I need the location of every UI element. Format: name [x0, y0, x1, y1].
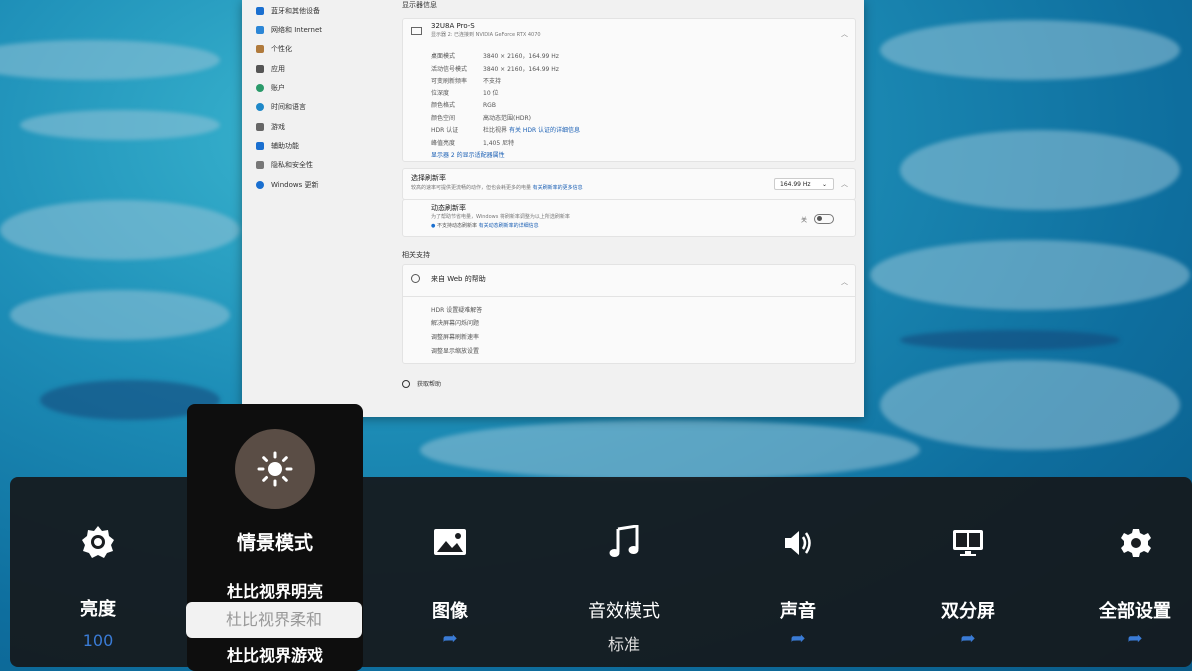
web-help-header[interactable]: 来自 Web 的帮助: [431, 274, 486, 284]
share-arrow-icon[interactable]: ➦: [380, 628, 520, 649]
osd-brightness-value: 100: [82, 631, 114, 650]
info-row: 峰值亮度 1,405 尼特: [431, 140, 515, 147]
dynamic-refresh-link[interactable]: 有关动态刷新率的详细信息: [479, 223, 539, 229]
sidebar-item-accessibility[interactable]: 辅助功能: [256, 139, 299, 153]
help-link[interactable]: HDR 设置疑难解答: [431, 305, 482, 314]
bluetooth-icon: [256, 7, 264, 15]
shield-icon: [256, 161, 264, 169]
share-arrow-icon[interactable]: ➦: [1065, 628, 1192, 649]
monitor-icon: [411, 27, 422, 35]
sun-icon: [257, 451, 293, 487]
info-row: 位深度 10 位: [431, 90, 499, 97]
brightness-icon[interactable]: [78, 522, 118, 562]
help-link[interactable]: 调整显示缩放设置: [431, 346, 479, 355]
help-link[interactable]: 调整屏幕刷新速率: [431, 332, 479, 341]
accessibility-icon: [256, 142, 264, 150]
sidebar-item-personalization[interactable]: 个性化: [256, 42, 292, 56]
osd-scene-mode-label[interactable]: 情景模式: [205, 528, 345, 555]
account-icon: [256, 84, 264, 92]
info-row: 颜色空间 高动态范围(HDR): [431, 115, 531, 122]
support-card: 来自 Web 的帮助 ︿ HDR 设置疑难解答 解决屏幕闪烁问题 调整屏幕刷新速…: [402, 264, 856, 364]
dynamic-refresh-note: ● 不支持动态刷新率 有关动态刷新率的详细信息: [431, 223, 539, 229]
info-row: 颜色格式 RGB: [431, 102, 496, 109]
gear-icon[interactable]: [1118, 526, 1154, 560]
display-info-card: 32U8A Pro-S 显示器 2: 已连接到 NVIDIA GeForce R…: [402, 18, 856, 162]
share-arrow-icon[interactable]: ➦: [728, 628, 868, 649]
music-note-icon[interactable]: [606, 524, 642, 560]
submenu-item-bright[interactable]: 杜比视界明亮: [187, 578, 363, 602]
osd-brightness-label[interactable]: 亮度: [28, 595, 168, 621]
help-link[interactable]: 解决屏幕闪烁问题: [431, 318, 479, 327]
dynamic-refresh-card: 动态刷新率 为了帮助节省电量，Windows 将刷新率调整为以上所选刷新率 ● …: [402, 199, 856, 237]
apps-icon: [256, 65, 264, 73]
get-help-link[interactable]: 获取帮助: [402, 379, 441, 388]
dynamic-refresh-title: 动态刷新率: [431, 204, 466, 212]
settings-window: 蓝牙和其他设备 网络和 Internet 个性化 应用 账户 时间和语言 游戏 …: [242, 0, 864, 417]
sidebar-item-accounts[interactable]: 账户: [256, 81, 285, 95]
monitor-name: 32U8A Pro-S: [431, 22, 475, 30]
info-row: 活动信号模式 3840 × 2160，164.99 Hz: [431, 66, 559, 73]
divider: [403, 296, 855, 297]
osd-sound-label[interactable]: 声音: [728, 597, 868, 623]
hdr-cert-link[interactable]: 有关 HDR 认证的详细信息: [509, 127, 580, 134]
chevron-down-icon: ⌄: [821, 181, 827, 188]
wifi-icon: [256, 26, 264, 34]
dynamic-refresh-toggle[interactable]: [814, 214, 834, 224]
chevron-up-icon[interactable]: ︿: [841, 29, 848, 39]
monitor-subtitle: 显示器 2: 已连接到 NVIDIA GeForce RTX 4070: [431, 32, 541, 38]
chevron-up-icon[interactable]: ︿: [841, 277, 848, 287]
submenu-item-soft[interactable]: 杜比视界柔和: [186, 602, 362, 638]
dynamic-refresh-desc: 为了帮助节省电量，Windows 将刷新率调整为以上所选刷新率: [431, 214, 570, 220]
settings-sidebar: 蓝牙和其他设备 网络和 Internet 个性化 应用 账户 时间和语言 游戏 …: [242, 0, 392, 417]
image-icon[interactable]: [432, 525, 468, 559]
osd-image-label[interactable]: 图像: [380, 597, 520, 623]
osd-sound-mode-value: 标准: [607, 635, 640, 654]
refresh-rate-link[interactable]: 有关刷新率的更多信息: [533, 185, 583, 191]
refresh-rate-desc: 较高的速率可提供更流畅的动作，但也会耗更多的电量 有关刷新率的更多信息: [411, 185, 583, 191]
globe-icon: [411, 274, 420, 283]
info-row: HDR 认证 杜比视界 有关 HDR 认证的详细信息: [431, 127, 581, 134]
sidebar-item-time-language[interactable]: 时间和语言: [256, 100, 306, 114]
refresh-rate-card: 选择刷新率 较高的速率可提供更流畅的动作，但也会耗更多的电量 有关刷新率的更多信…: [402, 168, 856, 200]
toggle-label: 关: [801, 217, 808, 224]
sidebar-item-apps[interactable]: 应用: [256, 62, 285, 76]
sidebar-item-network[interactable]: 网络和 Internet: [256, 23, 322, 37]
chevron-up-icon[interactable]: ︿: [841, 179, 848, 189]
settings-content: 显示器信息 32U8A Pro-S 显示器 2: 已连接到 NVIDIA GeF…: [400, 0, 860, 417]
help-icon: [402, 379, 410, 388]
share-arrow-icon[interactable]: ➦: [898, 628, 1038, 649]
osd-selected-icon-circle: [235, 429, 315, 509]
sun-gear-icon: [82, 526, 114, 558]
support-title: 相关支持: [402, 251, 430, 259]
osd-dual-screen-label[interactable]: 双分屏: [898, 597, 1038, 623]
brush-icon: [256, 45, 264, 53]
sidebar-item-privacy[interactable]: 隐私和安全性: [256, 158, 313, 172]
sidebar-item-windows-update[interactable]: Windows 更新: [256, 178, 318, 192]
sidebar-item-bluetooth[interactable]: 蓝牙和其他设备: [256, 4, 320, 18]
info-icon: ●: [431, 223, 436, 229]
refresh-rate-select[interactable]: 164.99 Hz ⌄: [774, 178, 834, 190]
display-info-title: 显示器信息: [402, 1, 437, 9]
refresh-rate-title: 选择刷新率: [411, 174, 446, 182]
adapter-properties-link[interactable]: 显示器 2 的显示适配器属性: [431, 150, 505, 159]
gamepad-icon: [256, 123, 264, 131]
info-row: 桌面模式 3840 × 2160，164.99 Hz: [431, 53, 559, 60]
info-row: 可变刷新频率 不支持: [431, 78, 502, 85]
update-icon: [256, 181, 264, 189]
speaker-icon[interactable]: [780, 526, 816, 560]
sidebar-item-gaming[interactable]: 游戏: [256, 120, 285, 134]
globe-clock-icon: [256, 103, 264, 111]
submenu-item-game[interactable]: 杜比视界游戏: [187, 642, 363, 666]
osd-sound-mode-label[interactable]: 音效模式: [554, 597, 694, 623]
dual-screen-icon[interactable]: [950, 526, 986, 560]
osd-all-settings-label[interactable]: 全部设置: [1065, 597, 1192, 623]
